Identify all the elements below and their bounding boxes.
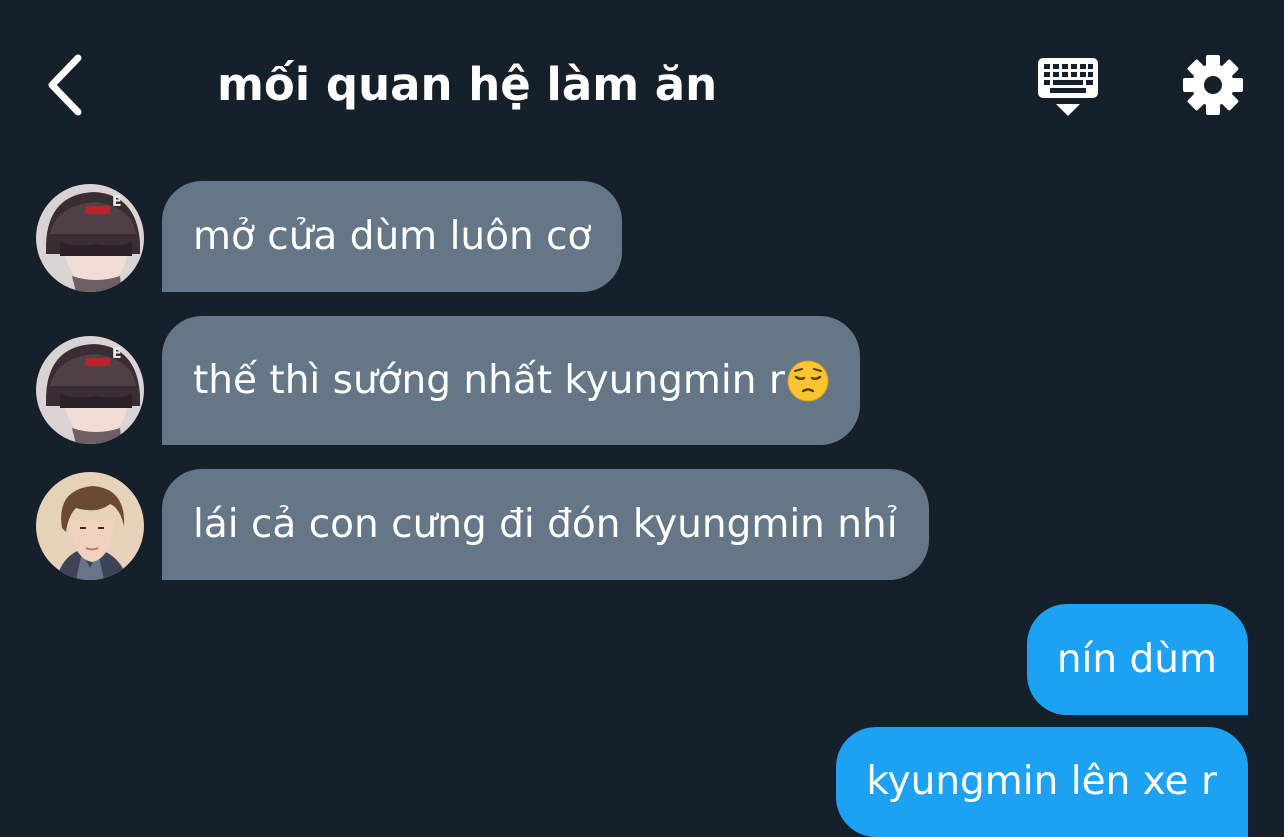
message-bubble-incoming[interactable]: lái cả con cưng đi đón kyungmin nhỉ xyxy=(162,469,929,580)
avatar-brown-hair-image xyxy=(36,472,144,580)
keyboard-hide-icon xyxy=(1038,58,1098,116)
avatar-beanie[interactable]: E xyxy=(36,184,144,292)
message-bubble-outgoing[interactable]: nín dùm xyxy=(1026,604,1248,715)
avatar-brown-hair[interactable] xyxy=(36,472,144,580)
avatar-beanie-image: E xyxy=(36,336,144,444)
message-bubble-incoming[interactable]: thế thì sướng nhất kyungmin r xyxy=(162,316,860,445)
avatar-beanie[interactable]: E xyxy=(36,336,144,444)
message-text: nín dùm xyxy=(1056,636,1217,682)
message-text: thế thì sướng nhất kyungmin r xyxy=(193,357,785,403)
back-button[interactable] xyxy=(40,50,100,120)
avatar-beanie-image: E xyxy=(36,184,144,292)
keyboard-toggle-button[interactable] xyxy=(1036,56,1100,118)
svg-text:E: E xyxy=(112,194,122,210)
gear-icon xyxy=(1183,55,1243,115)
chevron-left-icon xyxy=(48,54,82,116)
chat-screen: mối quan hệ làm ăn E mở cửa dùm luôn cơ … xyxy=(0,0,1284,837)
pensive-face-emoji-icon xyxy=(787,360,829,401)
message-text: kyungmin lên xe r xyxy=(866,759,1217,804)
chat-header: mối quan hệ làm ăn xyxy=(0,0,1284,170)
settings-button[interactable] xyxy=(1182,54,1244,116)
message-text: mở cửa dùm luôn cơ xyxy=(193,213,592,259)
message-text: lái cả con cưng đi đón kyungmin nhỉ xyxy=(193,501,898,547)
message-bubble-incoming[interactable]: mở cửa dùm luôn cơ xyxy=(162,181,623,292)
message-bubble-outgoing[interactable]: kyungmin lên xe r xyxy=(836,727,1248,837)
chat-title: mối quan hệ làm ăn xyxy=(217,58,718,111)
svg-text:E: E xyxy=(112,346,122,362)
